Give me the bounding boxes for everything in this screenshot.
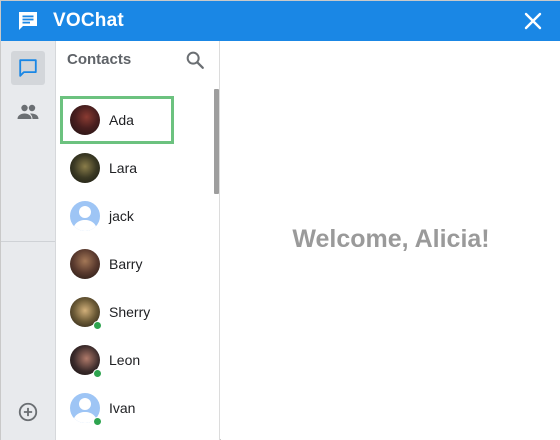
chat-bubble-icon bbox=[19, 12, 37, 30]
people-icon bbox=[17, 104, 39, 119]
online-status-dot bbox=[93, 417, 102, 426]
add-circle-outline-icon bbox=[18, 402, 38, 422]
contact-name: Lara bbox=[109, 160, 138, 176]
rail-divider bbox=[1, 241, 55, 242]
rail-people-button[interactable] bbox=[11, 95, 45, 129]
contacts-scrollbar[interactable] bbox=[214, 89, 219, 194]
contact-name: jack bbox=[109, 208, 134, 224]
contact-name: Ada bbox=[109, 112, 134, 128]
online-status-dot bbox=[93, 321, 102, 330]
contact-item-sherry[interactable]: Sherry bbox=[60, 288, 174, 336]
welcome-message: Welcome, Alicia! bbox=[292, 225, 490, 253]
search-icon[interactable] bbox=[184, 49, 206, 71]
avatar bbox=[70, 249, 100, 279]
contacts-panel: Contacts Ada Lara jack Barry Sherry Leon… bbox=[56, 41, 220, 440]
close-icon[interactable] bbox=[523, 11, 543, 31]
contact-item-ivan[interactable]: Ivan bbox=[60, 384, 174, 432]
contact-name: Ivan bbox=[109, 400, 136, 416]
contact-item-ada[interactable]: Ada bbox=[60, 96, 174, 144]
title-bar: VOChat bbox=[1, 1, 560, 41]
contact-name: Barry bbox=[109, 256, 143, 272]
contact-name: Sherry bbox=[109, 304, 151, 320]
contact-name: Leon bbox=[109, 352, 141, 368]
contact-item-barry[interactable]: Barry bbox=[60, 240, 174, 288]
rail-add-button[interactable] bbox=[11, 395, 45, 429]
contact-item-lara[interactable]: Lara bbox=[60, 144, 174, 192]
avatar bbox=[70, 153, 100, 183]
main-panel: Welcome, Alicia! bbox=[221, 41, 560, 440]
app-window: VOChat Contacts Ada Lara jack Barry Sher… bbox=[0, 0, 560, 440]
contacts-title: Contacts bbox=[67, 51, 132, 68]
contacts-header: Contacts bbox=[56, 41, 220, 87]
chat-bubble-outline-icon bbox=[19, 59, 37, 77]
online-status-dot bbox=[93, 369, 102, 378]
rail-chats-button[interactable] bbox=[11, 51, 45, 85]
contact-item-jack[interactable]: jack bbox=[60, 192, 174, 240]
navigation-rail bbox=[1, 41, 56, 440]
default-avatar-icon bbox=[73, 206, 97, 231]
avatar bbox=[70, 105, 100, 135]
contact-item-leon[interactable]: Leon bbox=[60, 336, 174, 384]
avatar bbox=[70, 201, 100, 231]
app-title: VOChat bbox=[53, 10, 124, 31]
